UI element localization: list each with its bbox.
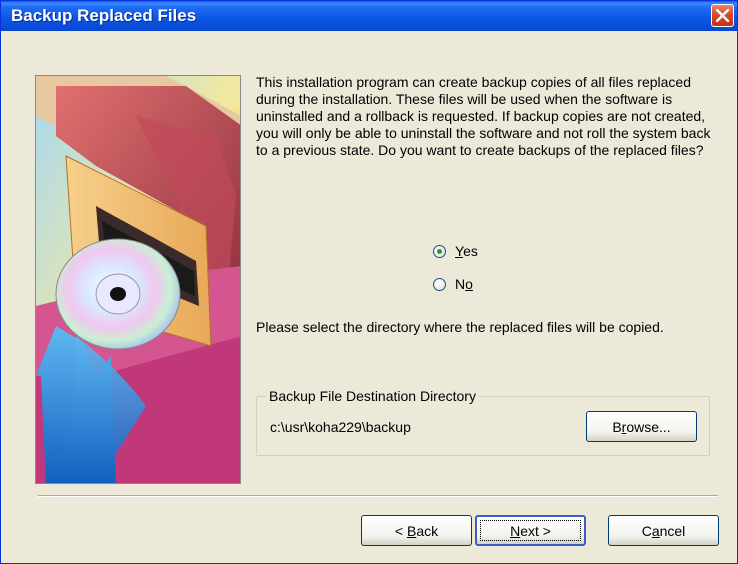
browse-button[interactable]: Browse... xyxy=(586,411,697,442)
next-button[interactable]: Next > xyxy=(475,515,586,546)
back-button[interactable]: < Back xyxy=(361,515,472,546)
title-bar[interactable]: Backup Replaced Files xyxy=(1,1,737,31)
radio-no-circle[interactable] xyxy=(433,277,446,291)
backup-destination-group: Backup File Destination Directory c:\usr… xyxy=(256,388,710,456)
close-button[interactable] xyxy=(711,4,734,27)
radio-yes-circle[interactable] xyxy=(433,244,446,258)
radio-yes[interactable]: Yes xyxy=(433,243,478,259)
radio-no-label: No xyxy=(455,276,473,292)
cancel-button[interactable]: Cancel xyxy=(608,515,719,546)
group-legend: Backup File Destination Directory xyxy=(266,388,479,404)
focus-rect xyxy=(480,520,581,541)
divider xyxy=(38,495,718,497)
radio-yes-label: Yes xyxy=(455,243,478,259)
dialog-window: Backup Replaced Files This installation … xyxy=(0,0,738,564)
installer-cd-illustration xyxy=(35,75,241,484)
select-directory-text: Please select the directory where the re… xyxy=(256,319,664,335)
radio-no[interactable]: No xyxy=(433,276,473,292)
window-title: Backup Replaced Files xyxy=(11,6,197,25)
close-icon xyxy=(716,9,729,22)
backup-path: c:\usr\koha229\backup xyxy=(270,419,411,435)
description-text: This installation program can create bac… xyxy=(256,74,711,158)
